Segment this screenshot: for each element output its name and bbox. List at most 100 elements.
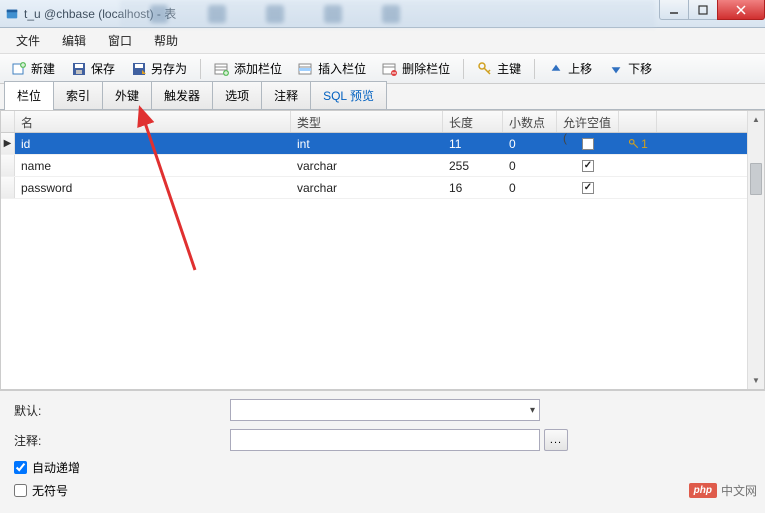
primary-key-icon: 1 — [628, 137, 648, 151]
scroll-down-arrow[interactable]: ▼ — [748, 372, 764, 389]
col-header-key[interactable] — [619, 111, 657, 132]
scroll-thumb[interactable] — [750, 163, 762, 195]
col-header-type[interactable]: 类型 — [291, 111, 443, 132]
watermark-text: 中文网 — [721, 482, 757, 499]
field-properties-panel: 默认: 注释: ... 自动递增 无符号 — [0, 390, 765, 513]
tab-comment[interactable]: 注释 — [261, 81, 311, 109]
default-label: 默认: — [14, 402, 70, 419]
close-button[interactable] — [717, 0, 765, 20]
table-row[interactable]: ▶idint110 1 — [1, 133, 747, 155]
save-icon — [71, 61, 87, 77]
cell-name[interactable]: id — [15, 134, 291, 154]
menu-file[interactable]: 文件 — [6, 28, 50, 53]
cell-name[interactable]: name — [15, 156, 291, 176]
scroll-up-arrow[interactable]: ▲ — [748, 111, 764, 128]
save-button[interactable]: 保存 — [64, 56, 122, 81]
save-as-icon — [131, 61, 147, 77]
fields-grid[interactable]: 名 类型 长度 小数点 允许空值 ( ▶idint1101namevarchar… — [1, 111, 747, 389]
cell-name[interactable]: password — [15, 178, 291, 198]
default-row: 默认: — [14, 399, 751, 421]
watermark: php 中文网 — [689, 482, 757, 499]
titlebar: t_u @chbase (localhost) - 表 — [0, 0, 765, 28]
comment-row: 注释: ... — [14, 429, 751, 451]
arrow-down-icon — [608, 61, 624, 77]
col-header-allow-null[interactable]: 允许空值 ( — [557, 111, 619, 132]
arrow-up-icon — [548, 61, 564, 77]
new-button[interactable]: 新建 — [4, 56, 62, 81]
cell-length[interactable]: 11 — [443, 134, 503, 154]
delete-field-button[interactable]: 删除栏位 — [375, 56, 457, 81]
fields-grid-panel: 名 类型 长度 小数点 允许空值 ( ▶idint1101namevarchar… — [0, 110, 765, 390]
background-blur — [120, 0, 655, 28]
auto-increment-label[interactable]: 自动递增 — [32, 459, 80, 476]
cell-allow-null[interactable] — [557, 179, 619, 197]
insert-field-icon — [298, 61, 314, 77]
unsigned-checkbox[interactable] — [14, 484, 27, 497]
cell-key[interactable] — [619, 163, 657, 169]
tab-fields[interactable]: 栏位 — [4, 81, 54, 110]
menu-help[interactable]: 帮助 — [144, 28, 188, 53]
table-row[interactable]: namevarchar2550 — [1, 155, 747, 177]
toolbar-separator — [200, 59, 201, 79]
comment-more-button[interactable]: ... — [544, 429, 568, 451]
tab-trigger[interactable]: 触发器 — [151, 81, 213, 109]
move-up-button[interactable]: 上移 — [541, 56, 599, 81]
maximize-button[interactable] — [688, 0, 718, 20]
cell-key[interactable] — [619, 185, 657, 191]
primary-key-button[interactable]: 主键 — [470, 56, 528, 81]
toolbar-separator — [463, 59, 464, 79]
table-row[interactable]: passwordvarchar160 — [1, 177, 747, 199]
menubar: 文件 编辑 窗口 帮助 — [0, 28, 765, 54]
add-field-button[interactable]: 添加栏位 — [207, 56, 289, 81]
row-indicator — [1, 177, 15, 198]
move-down-label: 下移 — [628, 60, 652, 77]
vertical-scrollbar[interactable]: ▲ ▼ — [747, 111, 764, 389]
menu-window[interactable]: 窗口 — [98, 28, 142, 53]
col-header-name[interactable]: 名 — [15, 111, 291, 132]
cell-type[interactable]: int — [291, 134, 443, 154]
auto-increment-checkbox[interactable] — [14, 461, 27, 474]
cell-decimal[interactable]: 0 — [503, 156, 557, 176]
cell-type[interactable]: varchar — [291, 178, 443, 198]
new-icon — [11, 61, 27, 77]
insert-field-button[interactable]: 插入栏位 — [291, 56, 373, 81]
cell-allow-null[interactable] — [557, 135, 619, 153]
tab-options[interactable]: 选项 — [212, 81, 262, 109]
comment-label: 注释: — [14, 432, 70, 449]
row-indicator-header — [1, 111, 15, 132]
save-label: 保存 — [91, 60, 115, 77]
minimize-button[interactable] — [659, 0, 689, 20]
cell-key[interactable]: 1 — [619, 134, 657, 154]
save-as-label: 另存为 — [151, 60, 187, 77]
toolbar-separator — [534, 59, 535, 79]
cell-type[interactable]: varchar — [291, 156, 443, 176]
cell-decimal[interactable]: 0 — [503, 178, 557, 198]
tab-sql-preview[interactable]: SQL 预览 — [310, 81, 387, 109]
save-as-button[interactable]: 另存为 — [124, 56, 194, 81]
cell-length[interactable]: 255 — [443, 156, 503, 176]
auto-increment-row: 自动递增 — [14, 459, 751, 476]
add-field-label: 添加栏位 — [234, 60, 282, 77]
row-indicator: ▶ — [1, 133, 15, 154]
tab-foreign-key[interactable]: 外键 — [102, 81, 152, 109]
delete-field-label: 删除栏位 — [402, 60, 450, 77]
move-down-button[interactable]: 下移 — [601, 56, 659, 81]
cell-length[interactable]: 16 — [443, 178, 503, 198]
cell-decimal[interactable]: 0 — [503, 134, 557, 154]
grid-body: ▶idint1101namevarchar2550passwordvarchar… — [1, 133, 747, 199]
col-header-length[interactable]: 长度 — [443, 111, 503, 132]
move-up-label: 上移 — [568, 60, 592, 77]
comment-input[interactable] — [230, 429, 540, 451]
cell-allow-null[interactable] — [557, 157, 619, 175]
menu-edit[interactable]: 编辑 — [52, 28, 96, 53]
insert-field-label: 插入栏位 — [318, 60, 366, 77]
tab-index[interactable]: 索引 — [53, 81, 103, 109]
grid-header: 名 类型 长度 小数点 允许空值 ( — [1, 111, 747, 133]
toolbar: 新建 保存 另存为 添加栏位 插入栏位 删除栏位 主键 上移 下移 — [0, 54, 765, 84]
checkbox-icon — [582, 182, 594, 194]
tab-bar: 栏位 索引 外键 触发器 选项 注释 SQL 预览 — [0, 84, 765, 110]
col-header-decimal[interactable]: 小数点 — [503, 111, 557, 132]
watermark-badge: php — [689, 483, 717, 498]
unsigned-label[interactable]: 无符号 — [32, 482, 68, 499]
default-combobox[interactable] — [230, 399, 540, 421]
